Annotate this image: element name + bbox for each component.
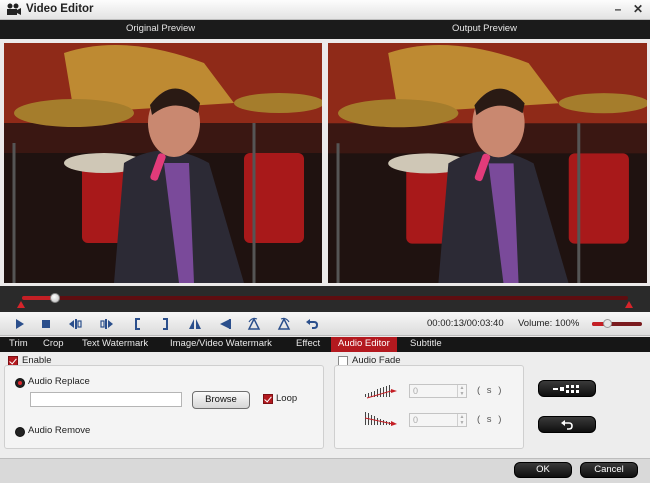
browse-button[interactable]: Browse [192,391,250,409]
video-frame [4,43,322,283]
dialog-footer: OK Cancel [0,458,650,483]
mark-out-icon[interactable] [157,316,173,332]
flip-horizontal-icon[interactable] [187,316,203,332]
film-camera-icon [7,3,21,15]
original-preview-label: Original Preview [126,23,196,34]
rotate-left-icon[interactable] [246,316,262,332]
fade-out-icon [364,412,397,426]
audio-remove-radio[interactable] [15,427,25,437]
playback-toolbar: 00:00:13/00:03:40 Volume: 100% [0,312,650,336]
audio-file-path-input[interactable] [30,392,182,407]
tab-audio-editor[interactable]: Audio Editor [331,337,397,352]
preview-header: Original Preview Output Preview [0,20,650,39]
audio-options-group: Audio Replace Browse Loop Audio Remove [4,365,324,449]
tab-text-watermark[interactable]: Text Watermark [75,337,155,352]
original-preview-video[interactable] [4,43,322,283]
audio-replace-label: Audio Replace [28,376,90,387]
timeline-playhead[interactable] [50,293,61,303]
tab-subtitle[interactable]: Subtitle [403,337,449,352]
fade-in-icon [365,385,397,399]
minimize-button[interactable]: – [610,1,626,17]
volume-slider[interactable] [592,319,642,328]
audio-remove-label: Audio Remove [28,425,91,436]
fade-in-stepper[interactable]: 0 ▲ ▼ [409,384,467,398]
rotate-right-icon[interactable] [276,316,292,332]
trim-start-marker[interactable] [17,301,25,308]
tab-trim[interactable]: Trim [2,337,35,352]
stepper-arrows-icon[interactable]: ▲ ▼ [457,414,466,426]
editor-tabs: Trim Crop Text Watermark Image/Video Wat… [0,337,650,352]
timecode-readout: 00:00:13/00:03:40 [427,318,504,329]
volume-slider-thumb[interactable] [603,319,612,328]
tab-effect[interactable]: Effect [289,337,327,352]
ok-button[interactable]: OK [514,462,572,478]
timeline [0,286,650,312]
fade-out-unit: ( s ) [477,414,504,425]
play-icon[interactable] [11,316,27,332]
trim-end-marker[interactable] [625,301,633,308]
tab-image-video-watermark[interactable]: Image/Video Watermark [163,337,279,352]
reset-button[interactable] [538,416,596,433]
audio-settings-button[interactable] [538,380,596,397]
step-forward-icon[interactable] [99,316,115,332]
stop-icon[interactable] [38,316,54,332]
close-button[interactable]: ✕ [630,1,646,17]
reset-icon [561,420,573,430]
loop-checkbox[interactable] [263,394,273,404]
title-bar: Video Editor – ✕ [0,0,650,20]
undo-icon[interactable] [304,316,320,332]
step-back-icon[interactable] [67,316,83,332]
settings-dots-icon [553,385,579,393]
flip-left-icon[interactable] [217,316,233,332]
audio-editor-panel: Enable Audio Replace Browse Loop Audio R… [0,352,650,458]
cancel-button[interactable]: Cancel [580,462,638,478]
fade-out-stepper[interactable]: 0 ▲ ▼ [409,413,467,427]
video-frame [328,43,647,283]
window-title: Video Editor [26,3,94,15]
volume-value: 100% [554,318,580,329]
output-preview-label: Output Preview [452,23,517,34]
audio-fade-group: 0 ▲ ▼ ( s ) 0 ▲ ▼ ( s ) [334,365,524,449]
output-preview-video[interactable] [328,43,647,283]
mark-in-icon[interactable] [130,316,146,332]
fade-in-unit: ( s ) [477,385,504,396]
loop-label: Loop [276,393,298,404]
stepper-arrows-icon[interactable]: ▲ ▼ [457,385,466,397]
timeline-track[interactable] [22,296,628,300]
audio-replace-radio[interactable] [15,378,25,388]
tab-crop[interactable]: Crop [36,337,71,352]
volume-label: Volume: 100% [518,318,580,329]
